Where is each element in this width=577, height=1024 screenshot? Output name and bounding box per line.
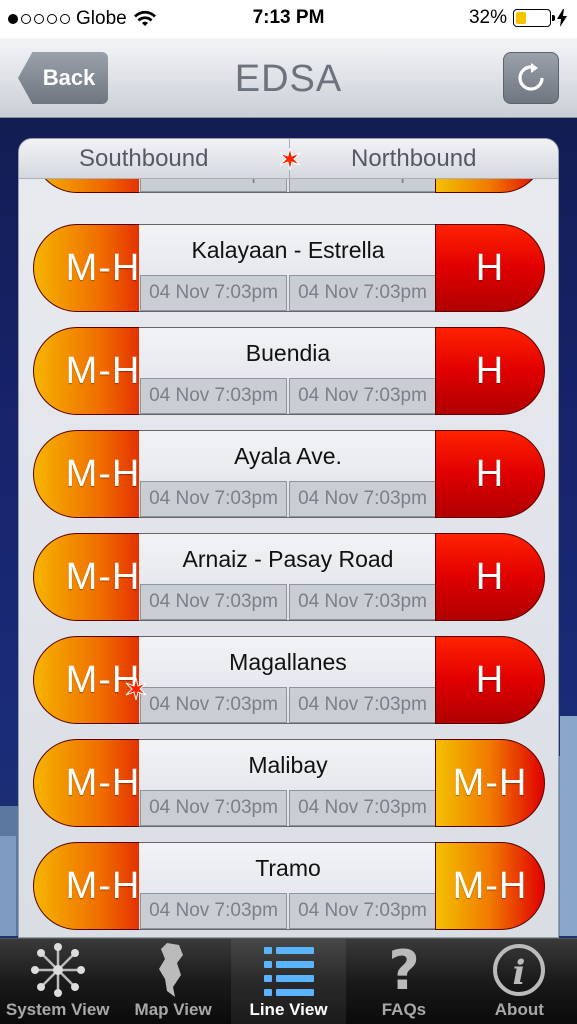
northbound-status-badge: M-H — [435, 842, 545, 930]
station-info: Malibay 04 Nov 7:03pm 04 Nov 7:03pm — [139, 739, 437, 827]
status-bar: Globe 7:13 PM 32% — [0, 0, 577, 38]
tab-label: Line View — [249, 1000, 328, 1019]
station-info: Tramo 04 Nov 7:03pm 04 Nov 7:03pm — [139, 842, 437, 930]
station-info: Magallanes 04 Nov 7:03pm 04 Nov 7:03pm — [139, 636, 437, 724]
station-info: Arnaiz - Pasay Road 04 Nov 7:03pm 04 Nov 7… — [139, 533, 437, 621]
update-times: 04 Nov 7:03pm04 Nov 7:03pm — [139, 481, 437, 517]
battery-icon — [513, 9, 555, 27]
refresh-icon — [518, 63, 544, 91]
svg-text:?: ? — [388, 941, 419, 999]
station-row[interactable]: M-H Ayala Ave. 04 Nov 7:03pm 04 Nov 7:03pm H — [33, 430, 545, 518]
direction-header: Southbound Northbound — [19, 139, 558, 179]
station-name: Kalayaan - Estrella — [191, 237, 385, 263]
tab-bar: System View Map View Line View? FAQs i About — [0, 938, 577, 1024]
question-icon: ? — [384, 940, 424, 1000]
southbound-update-time: 04 Nov 7:03pm — [140, 481, 287, 517]
station-info: Buendia 04 Nov 7:03pm 04 Nov 7:03pm — [139, 327, 437, 415]
update-times: 04 Nov 7:03pm04 Nov 7:03pm — [139, 584, 437, 620]
update-times: 04 Nov 7:03pm04 Nov 7:03pm — [139, 687, 437, 723]
northbound-status-badge: H — [435, 327, 545, 415]
northbound-status-badge: H — [435, 533, 545, 621]
station-info: Kalayaan - Estrella 04 Nov 7:03pm 04 Nov 7… — [139, 224, 437, 312]
northbound-update-time: 04 Nov 7:03pm — [289, 481, 436, 517]
update-times: 04 Nov 7:03pm04 Nov 7:03pm — [139, 378, 437, 414]
page-title: EDSA — [234, 58, 343, 100]
svg-text:i: i — [513, 953, 526, 993]
station-list[interactable]: 04 Nov 7:03pm04 Nov 7:03pmM-HKalayaan - … — [19, 139, 558, 937]
network-icon — [29, 940, 87, 1000]
refresh-button[interactable] — [503, 52, 559, 104]
station-row[interactable]: M-H Magallanes 04 Nov 7:03pm 04 Nov 7:03pm H — [33, 636, 545, 724]
northbound-update-time: 04 Nov 7:03pm — [289, 584, 436, 620]
battery-info: 32% — [469, 7, 567, 29]
northbound-status-badge: H — [435, 430, 545, 518]
tab-faqs[interactable]: ? FAQs — [346, 939, 461, 1024]
battery-percent: 32% — [468, 7, 507, 28]
station-name: Arnaiz - Pasay Road — [182, 546, 394, 572]
update-times: 04 Nov 7:03pm04 Nov 7:03pm — [139, 790, 437, 826]
station-row[interactable]: M-H Tramo 04 Nov 7:03pm 04 Nov 7:03pm M-H — [33, 842, 545, 930]
tab-label: About — [494, 1000, 544, 1019]
station-name: Buendia — [245, 340, 331, 366]
southbound-update-time: 04 Nov 7:03pm — [140, 584, 287, 620]
southbound-update-time: 04 Nov 7:03pm — [140, 378, 287, 414]
southbound-update-time: 04 Nov 7:03pm — [140, 893, 287, 929]
northbound-update-time: 04 Nov 7:03pm — [289, 790, 436, 826]
station-row[interactable]: M-H Buendia 04 Nov 7:03pm 04 Nov 7:03pm H — [33, 327, 545, 415]
info-icon: i — [490, 940, 548, 1000]
northbound-update-time: 04 Nov 7:03pm — [289, 378, 436, 414]
update-times: 04 Nov 7:03pm04 Nov 7:03pm — [139, 275, 437, 311]
station-name: Malibay — [248, 752, 328, 778]
station-name: Tramo — [255, 855, 321, 881]
line-view-panel: 04 Nov 7:03pm04 Nov 7:03pmM-HKalayaan - … — [18, 138, 559, 938]
station-name: Ayala Ave. — [234, 443, 342, 469]
southbound-update-time: 04 Nov 7:03pm — [140, 790, 287, 826]
tab-label: Map View — [134, 1000, 212, 1019]
southbound-update-time: 04 Nov 7:03pm — [140, 275, 287, 311]
southbound-label: Southbound — [79, 145, 209, 172]
update-times: 04 Nov 7:03pm04 Nov 7:03pm — [139, 893, 437, 929]
northbound-status-badge: H — [435, 636, 545, 724]
tab-label: FAQs — [381, 1000, 427, 1019]
position-marker-icon — [125, 678, 147, 700]
station-row[interactable]: M-H Malibay 04 Nov 7:03pm 04 Nov 7:03pm M-H — [33, 739, 545, 827]
northbound-update-time: 04 Nov 7:03pm — [289, 275, 436, 311]
northbound-update-time: 04 Nov 7:03pm — [289, 687, 436, 723]
direction-marker-icon — [279, 148, 301, 170]
charging-bolt-icon — [557, 9, 567, 27]
tab-line-view[interactable]: Line View — [230, 939, 347, 1024]
northbound-status-badge: H — [435, 224, 545, 312]
northbound-update-time: 04 Nov 7:03pm — [289, 893, 436, 929]
southbound-update-time: 04 Nov 7:03pm — [140, 687, 287, 723]
northbound-status-badge: M-H — [435, 739, 545, 827]
tab-about[interactable]: i About — [462, 939, 577, 1024]
tab-label: System View — [5, 1000, 110, 1019]
map-icon — [153, 940, 193, 1000]
tab-map-view[interactable]: Map View — [115, 939, 230, 1024]
station-row[interactable]: M-H Kalayaan - Estrella 04 Nov 7:03pm 04 No… — [33, 224, 545, 312]
station-name: Magallanes — [229, 649, 347, 675]
station-row[interactable]: M-H Arnaiz - Pasay Road 04 Nov 7:03pm 04 No… — [33, 533, 545, 621]
list-icon — [260, 940, 318, 1000]
station-info: Ayala Ave. 04 Nov 7:03pm 04 Nov 7:03pm — [139, 430, 437, 518]
navigation-bar: Back EDSA — [0, 38, 577, 118]
tab-system-view[interactable]: System View — [0, 939, 115, 1024]
northbound-label: Northbound — [351, 145, 477, 172]
